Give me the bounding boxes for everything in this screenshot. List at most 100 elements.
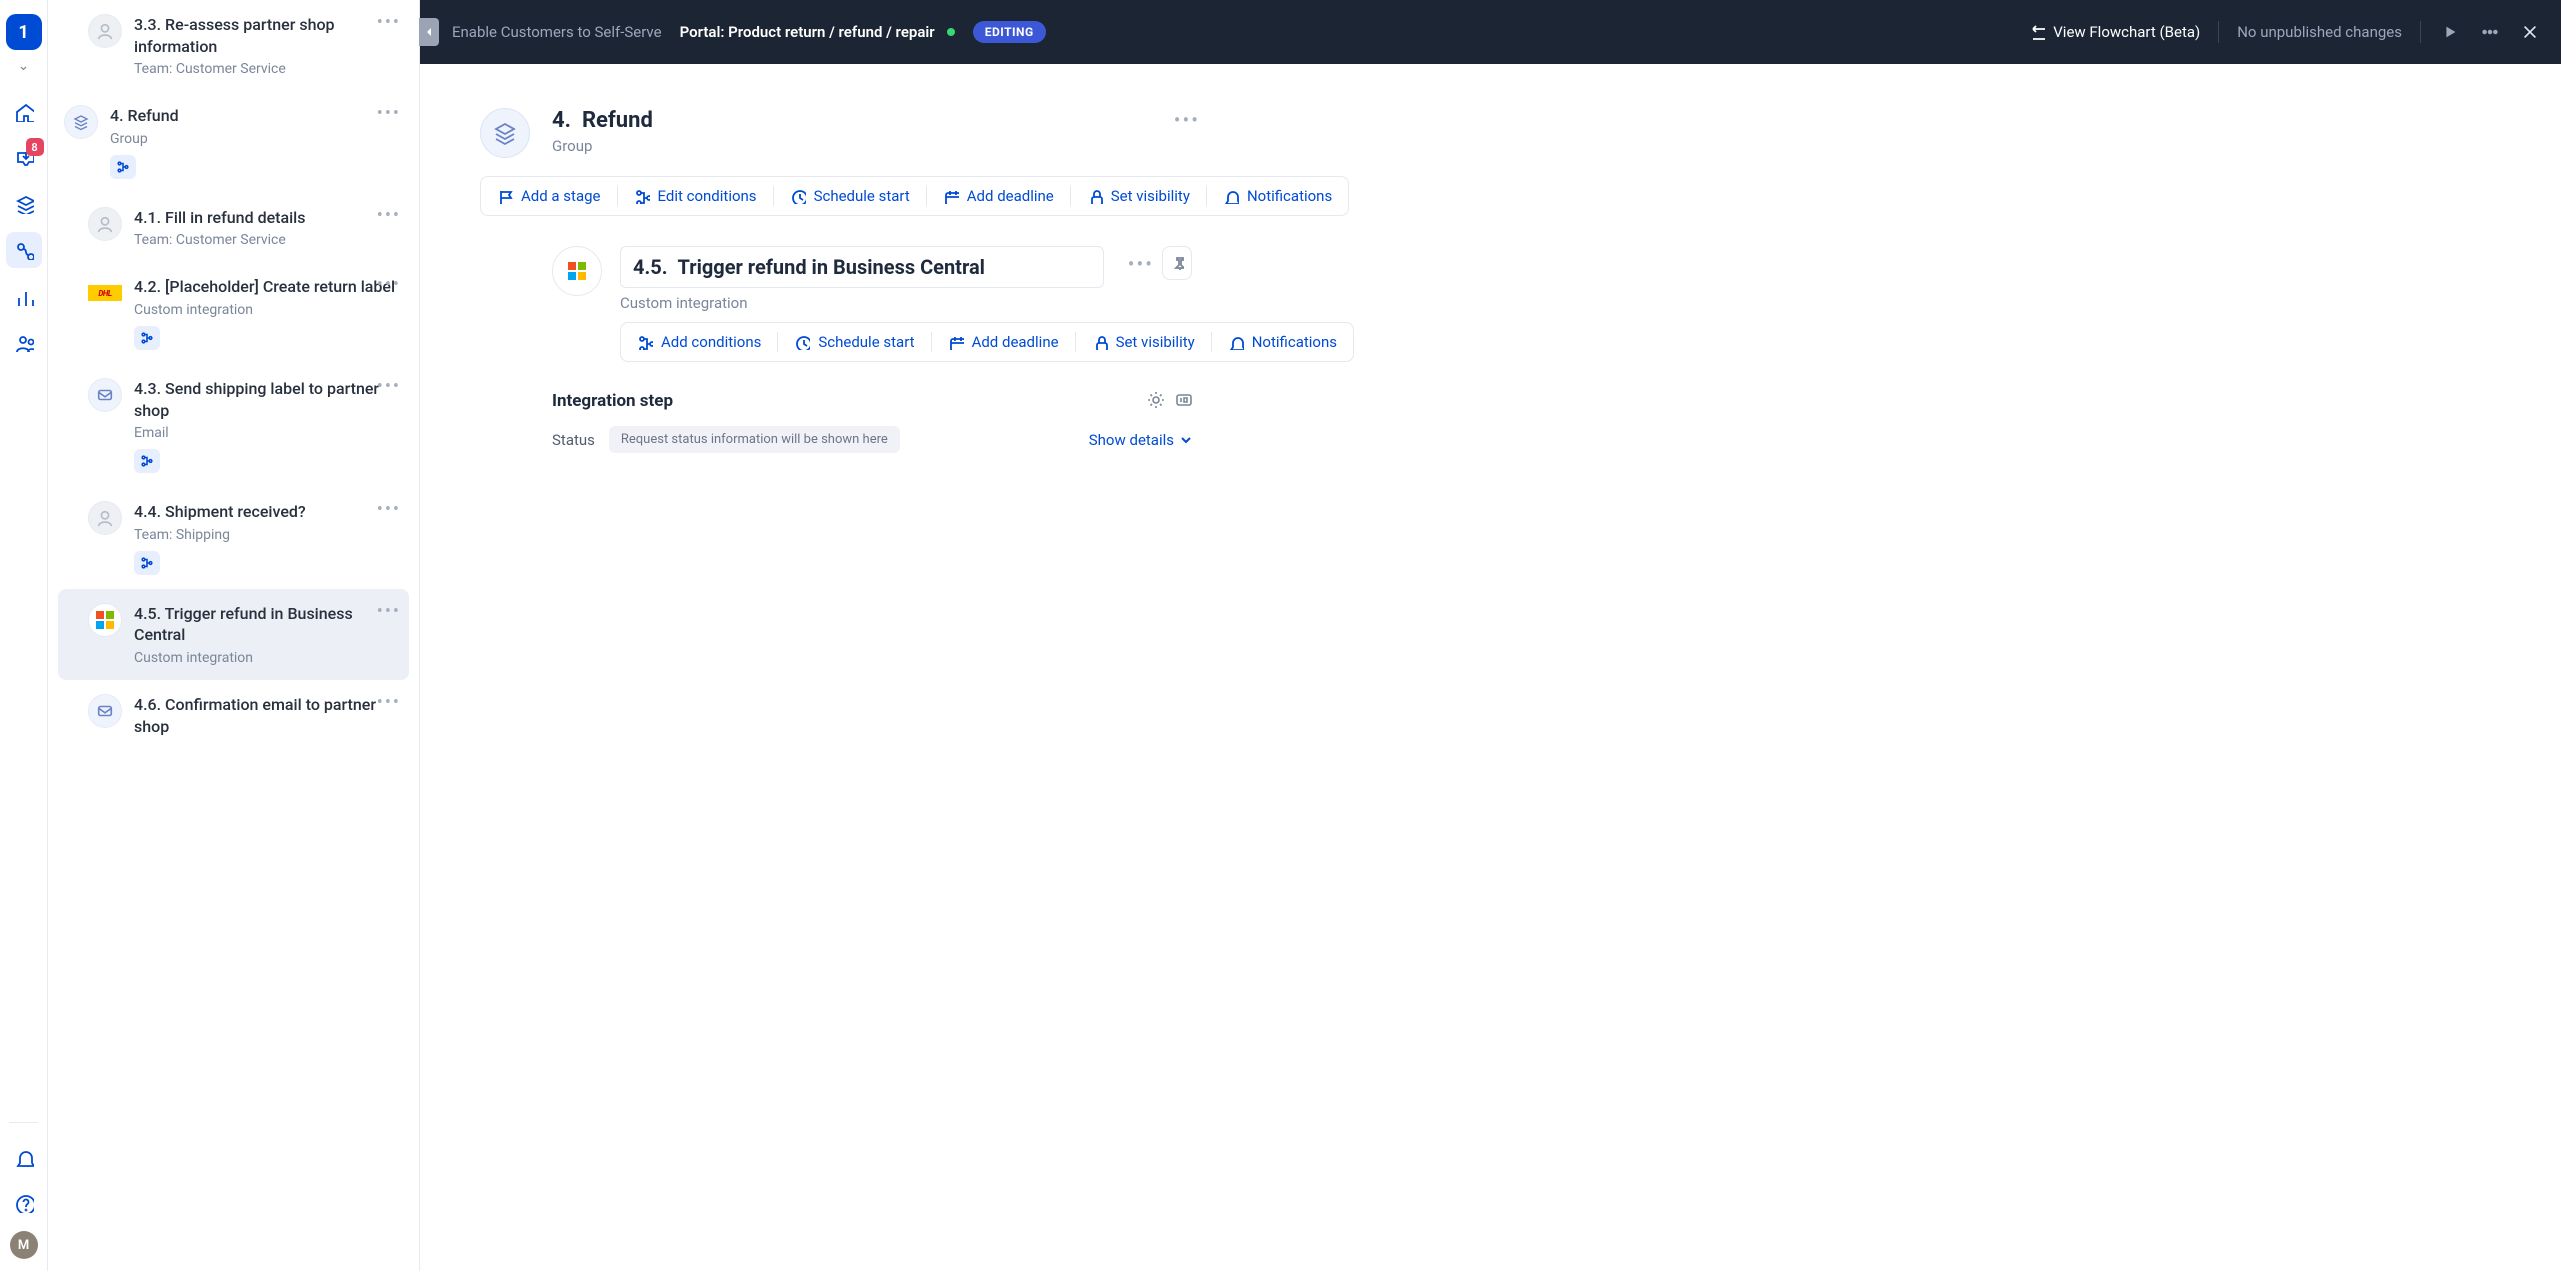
- step-list-item[interactable]: 4. RefundGroup•••: [58, 91, 409, 193]
- run-button[interactable]: [2439, 21, 2461, 43]
- step-item-more-button[interactable]: •••: [377, 274, 401, 295]
- step-list-item[interactable]: 4.6. Confirmation email to partner shop•…: [58, 680, 409, 751]
- mail-icon: [88, 378, 122, 412]
- step-notifications-button[interactable]: Notifications: [1212, 323, 1353, 361]
- step-title: 4.1. Fill in refund details: [134, 207, 399, 229]
- flag-icon: [497, 188, 513, 204]
- left-nav-rail: 1 ⌄ 8 M: [0, 0, 48, 1271]
- breadcrumb-title: Portal: Product return / refund / repair: [680, 23, 935, 41]
- conditions-chip[interactable]: [110, 155, 136, 179]
- notifications-button[interactable]: Notifications: [1207, 177, 1348, 215]
- integration-id-button[interactable]: [1174, 390, 1192, 412]
- rail-divider: [9, 1122, 37, 1123]
- main-content: 4. Refund Group ••• Add a stage Edit con…: [420, 64, 2561, 497]
- group-more-button[interactable]: •••: [1174, 108, 1200, 132]
- status-pill: Request status information will be shown…: [609, 426, 900, 453]
- add-stage-button[interactable]: Add a stage: [481, 177, 617, 215]
- nav-analytics[interactable]: [6, 278, 42, 314]
- bell-icon: [14, 1147, 34, 1167]
- view-flowchart-label: View Flowchart (Beta): [2053, 23, 2200, 41]
- branch-icon: [634, 188, 650, 204]
- conditions-chip[interactable]: [134, 326, 160, 350]
- step-pin-button[interactable]: [1162, 246, 1192, 280]
- breadcrumb-parent[interactable]: Enable Customers to Self-Serve: [452, 23, 662, 41]
- step-schedule-start-button[interactable]: Schedule start: [778, 323, 930, 361]
- step-item-more-button[interactable]: •••: [377, 692, 401, 713]
- show-details-button[interactable]: Show details: [1089, 431, 1192, 449]
- workspace-logo[interactable]: 1: [6, 14, 42, 50]
- step-add-deadline-button[interactable]: Add deadline: [932, 323, 1075, 361]
- step-subtitle: Team: Customer Service: [134, 61, 399, 77]
- nav-notifications[interactable]: [6, 1139, 42, 1175]
- group-action-bar: Add a stage Edit conditions Schedule sta…: [480, 176, 1349, 216]
- view-flowchart-button[interactable]: View Flowchart (Beta): [2029, 23, 2200, 41]
- step-list-item[interactable]: 4.1. Fill in refund details Team: Custome…: [58, 193, 409, 263]
- clock-icon: [790, 188, 806, 204]
- status-dot-icon: [947, 28, 955, 36]
- group-header: 4. Refund Group •••: [480, 108, 1200, 158]
- step-item-more-button[interactable]: •••: [377, 205, 401, 226]
- conditions-chip[interactable]: [134, 551, 160, 575]
- add-conditions-button[interactable]: Add conditions: [621, 323, 777, 361]
- status-label: Status: [552, 431, 595, 449]
- calendar-icon: [948, 334, 964, 350]
- step-item-more-button[interactable]: •••: [377, 376, 401, 397]
- step-subtitle: Team: Shipping: [134, 527, 399, 543]
- stacks-icon: [14, 194, 34, 214]
- nav-workflows[interactable]: [6, 232, 42, 268]
- step-item-more-button[interactable]: •••: [377, 499, 401, 520]
- unpublished-changes-label: No unpublished changes: [2237, 23, 2402, 41]
- step-title: 4.6. Confirmation email to partner shop: [134, 694, 399, 737]
- id-icon: [1174, 390, 1192, 408]
- conditions-chip[interactable]: [134, 449, 160, 473]
- nav-people[interactable]: [6, 324, 42, 360]
- step-list-item[interactable]: DHL4.2. [Placeholder] Create return labe…: [58, 262, 409, 364]
- step-title-input[interactable]: 4.5. Trigger refund in Business Central: [620, 246, 1104, 288]
- branch-icon: [637, 334, 653, 350]
- step-kind-label: Custom integration: [620, 294, 1104, 312]
- bell-icon: [1223, 188, 1239, 204]
- workspace-switcher-icon[interactable]: ⌄: [18, 58, 30, 74]
- set-visibility-button[interactable]: Set visibility: [1071, 177, 1206, 215]
- group-kind-label: Group: [552, 137, 653, 155]
- group-title: 4. Refund: [552, 108, 653, 133]
- more-menu-button[interactable]: [2479, 21, 2501, 43]
- step-item-more-button[interactable]: •••: [377, 12, 401, 33]
- integration-heading: Integration step: [552, 391, 673, 411]
- step-list-item[interactable]: 4.4. Shipment received?Team: Shipping•••: [58, 487, 409, 589]
- workflow-icon: [14, 240, 34, 260]
- step-title: 4.3. Send shipping label to partner shop: [134, 378, 399, 421]
- step-more-button[interactable]: •••: [1128, 246, 1154, 276]
- step-subtitle: Custom integration: [134, 650, 399, 666]
- step-subtitle: Custom integration: [134, 302, 399, 318]
- nav-help[interactable]: [6, 1185, 42, 1221]
- bell-icon: [1228, 334, 1244, 350]
- nav-home[interactable]: [6, 94, 42, 130]
- step-item-more-button[interactable]: •••: [377, 103, 401, 124]
- step-set-visibility-button[interactable]: Set visibility: [1076, 323, 1211, 361]
- step-list-item[interactable]: 4.3. Send shipping label to partner shop…: [58, 364, 409, 487]
- collapse-panel-button[interactable]: [419, 18, 439, 46]
- lock-icon: [1087, 188, 1103, 204]
- person-icon: [88, 207, 122, 241]
- close-button[interactable]: [2519, 21, 2541, 43]
- step-title: 3.3. Re-assess partner shop information: [134, 14, 399, 57]
- step-action-bar: Add conditions Schedule start Add deadli…: [620, 322, 1354, 362]
- nav-inbox[interactable]: 8: [6, 140, 42, 176]
- edit-conditions-button[interactable]: Edit conditions: [618, 177, 773, 215]
- step-item-more-button[interactable]: •••: [377, 601, 401, 622]
- person-icon: [88, 14, 122, 48]
- step-list-item[interactable]: 4.5. Trigger refund in Business Central C…: [58, 589, 409, 680]
- user-avatar[interactable]: M: [10, 1231, 38, 1259]
- calendar-icon: [943, 188, 959, 204]
- group-stack-icon: [480, 108, 530, 158]
- lock-icon: [1092, 334, 1108, 350]
- nav-stacks[interactable]: [6, 186, 42, 222]
- step-title: 4.5. Trigger refund in Business Central: [134, 603, 399, 646]
- add-deadline-button[interactable]: Add deadline: [927, 177, 1070, 215]
- step-list-item[interactable]: 3.3. Re-assess partner shop information T…: [58, 0, 409, 91]
- step-subtitle: Team: Customer Service: [134, 232, 399, 248]
- steps-panel: 3.3. Re-assess partner shop information T…: [48, 0, 420, 1271]
- schedule-start-button[interactable]: Schedule start: [774, 177, 926, 215]
- integration-settings-button[interactable]: [1146, 390, 1164, 412]
